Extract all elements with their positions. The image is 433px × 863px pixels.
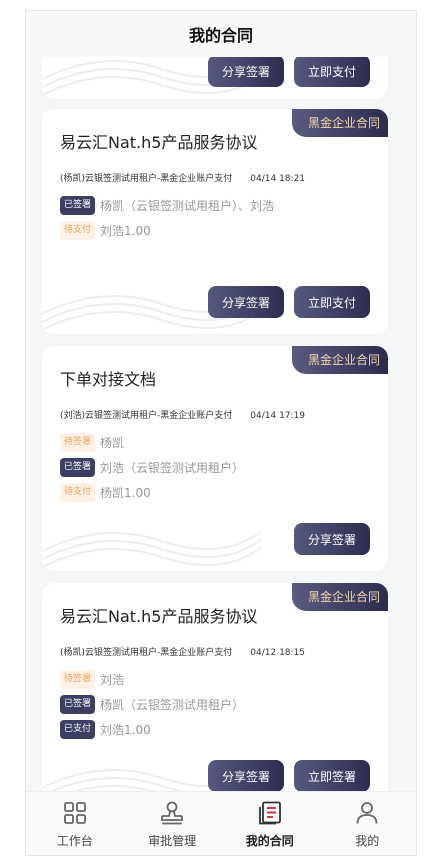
status-party: 杨凯（云银签测试用租户） (100, 698, 245, 712)
status-party: 杨凯（云银签测试用租户）、刘浩 (100, 199, 275, 213)
status-list: 待签署 杨凯 已签署 刘浩（云银签测试用租户） 待支付 杨凯1.00 (60, 430, 244, 505)
stamp-icon (161, 801, 184, 825)
contract-title: 易云汇Nat.h5产品服务协议 (60, 133, 258, 152)
status-party: 刘浩 (100, 673, 125, 687)
card-actions: 分享签署 立即签署 (207, 760, 370, 792)
contract-card[interactable]: 黑金企业合同 易云汇Nat.h5产品服务协议 (杨凯)云银签测试用租户-黑金企业… (42, 109, 388, 334)
tab-my-contracts[interactable]: 我的合同 (221, 792, 319, 855)
status-row: 待支付 杨凯1.00 (60, 480, 244, 505)
status-badge: 待支付 (60, 221, 96, 240)
status-badge: 已签署 (60, 695, 96, 714)
status-list: 已签署 杨凯（云银签测试用租户）、刘浩 待支付 刘浩1.00 (60, 193, 274, 243)
status-badge: 待签署 (60, 433, 96, 452)
contract-time: 04/14 18:21 (250, 174, 306, 184)
status-party: 杨凯1.00 (100, 486, 151, 500)
status-badge: 已支付 (60, 720, 96, 739)
tab-label: 我的合同 (245, 834, 294, 848)
user-icon (356, 802, 378, 824)
payer-info: (刘浩)云银签测试用租户-黑金企业账户支付 (60, 411, 233, 421)
share-sign-button[interactable]: 分享签署 (207, 286, 284, 318)
tab-label: 我的 (355, 834, 380, 848)
bottom-tab-bar: 工作台 审批管理 我的合同 我的 (26, 791, 416, 855)
status-row: 待支付 刘浩1.00 (60, 218, 274, 243)
status-party: 刘浩（云银签测试用租户） (100, 461, 245, 475)
phone-screen: 我的合同 分享签署 立即支付 黑金企业合同 易云汇Nat.h5产品服务协议 (杨… (25, 10, 417, 856)
contract-card-partial[interactable]: 分享签署 立即支付 (42, 57, 388, 99)
top-bar: 我的合同 (26, 11, 416, 57)
contract-card[interactable]: 黑金企业合同 下单对接文档 (刘浩)云银签测试用租户-黑金企业账户支付 04/14… (42, 346, 388, 571)
status-list: 待签署 刘浩 已签署 杨凯（云银签测试用租户） 已支付 刘浩1.00 (60, 667, 244, 742)
share-sign-button[interactable]: 分享签署 (207, 57, 284, 87)
contract-time: 04/14 17:19 (250, 411, 306, 421)
contract-list[interactable]: 分享签署 立即支付 黑金企业合同 易云汇Nat.h5产品服务协议 (杨凯)云银签… (26, 57, 416, 792)
contract-card[interactable]: 黑金企业合同 易云汇Nat.h5产品服务协议 (杨凯)云银签测试用租户-黑金企业… (42, 583, 388, 792)
status-party: 刘浩1.00 (100, 224, 151, 238)
grid-icon (63, 802, 86, 824)
card-actions: 分享签署 立即支付 (207, 57, 370, 87)
tab-approval[interactable]: 审批管理 (124, 792, 222, 855)
contract-icon (258, 801, 281, 825)
payer-info: (杨凯)云银签测试用租户-黑金企业账户支付 (60, 174, 233, 184)
contract-meta: (杨凯)云银签测试用租户-黑金企业账户支付 04/14 18:21 (60, 171, 305, 184)
status-row: 已签署 杨凯（云银签测试用租户） (60, 692, 244, 717)
page-title: 我的合同 (188, 26, 253, 45)
contract-meta: (杨凯)云银签测试用租户-黑金企业账户支付 04/12 18:15 (60, 645, 305, 658)
status-row: 待签署 杨凯 (60, 430, 244, 455)
contract-title: 易云汇Nat.h5产品服务协议 (60, 607, 258, 626)
contract-title: 下单对接文档 (60, 370, 157, 389)
sign-now-button[interactable]: 立即签署 (293, 760, 370, 792)
card-actions: 分享签署 立即支付 (207, 286, 370, 318)
status-badge: 待支付 (60, 483, 96, 502)
status-badge: 已签署 (60, 196, 96, 215)
status-party: 刘浩1.00 (100, 723, 151, 737)
status-row: 已支付 刘浩1.00 (60, 717, 244, 742)
status-party: 杨凯 (100, 436, 125, 450)
status-row: 已签署 杨凯（云银签测试用租户）、刘浩 (60, 193, 274, 218)
pay-now-button[interactable]: 立即支付 (293, 57, 370, 87)
card-actions: 分享签署 (293, 523, 370, 555)
tab-mine[interactable]: 我的 (319, 792, 417, 855)
status-row: 待签署 刘浩 (60, 667, 244, 692)
contract-type-tag: 黑金企业合同 (291, 346, 388, 374)
pay-now-button[interactable]: 立即支付 (293, 286, 370, 318)
share-sign-button[interactable]: 分享签署 (293, 523, 370, 555)
share-sign-button[interactable]: 分享签署 (207, 760, 284, 792)
contract-type-tag: 黑金企业合同 (291, 583, 388, 611)
status-badge: 已签署 (60, 458, 96, 477)
tab-label: 审批管理 (148, 834, 197, 848)
contract-type-tag: 黑金企业合同 (291, 109, 388, 137)
tab-workbench[interactable]: 工作台 (26, 792, 124, 855)
contract-meta: (刘浩)云银签测试用租户-黑金企业账户支付 04/14 17:19 (60, 408, 305, 421)
status-row: 已签署 刘浩（云银签测试用租户） (60, 455, 244, 480)
contract-time: 04/12 18:15 (250, 648, 306, 658)
tab-label: 工作台 (56, 834, 93, 848)
status-badge: 待签署 (60, 670, 96, 689)
payer-info: (杨凯)云银签测试用租户-黑金企业账户支付 (60, 648, 233, 658)
wave-decoration (42, 530, 262, 568)
